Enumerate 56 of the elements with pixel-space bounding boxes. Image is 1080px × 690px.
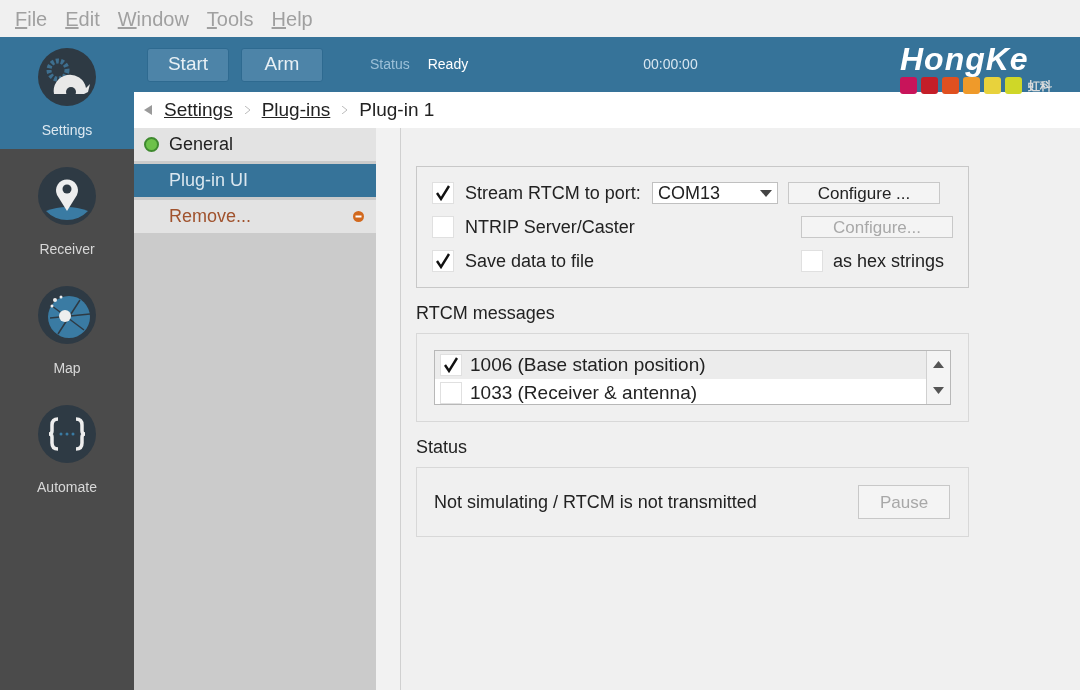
breadcrumb-link[interactable]: Plug-ins (261, 95, 331, 125)
checkbox[interactable] (432, 182, 454, 204)
nav-item[interactable]: Map (0, 275, 134, 387)
logo-square (1005, 77, 1022, 94)
nav-item[interactable]: Receiver (0, 156, 134, 268)
logo-text: HongKe (900, 43, 1029, 75)
logo-square (942, 77, 959, 94)
globe-icon (38, 286, 96, 344)
checkbox[interactable] (440, 354, 462, 376)
chevron-icon (342, 106, 348, 114)
plugin-list-item[interactable]: Plug-in UI (134, 164, 376, 197)
timer: 00:00:00 (643, 55, 698, 74)
chevron-icon (244, 106, 250, 114)
breadcrumb-link[interactable]: Settings (164, 95, 233, 125)
curly-braces-icon (38, 405, 96, 463)
minus-circle-icon[interactable] (353, 211, 364, 222)
location-pin-icon (38, 167, 96, 225)
menu-item[interactable]: Window (117, 3, 189, 34)
section-title: RTCM messages (416, 302, 556, 325)
logo-square (963, 77, 980, 94)
back-arrow-icon[interactable] (144, 105, 152, 115)
nav-item[interactable]: Automate (0, 394, 134, 506)
logo-subtext: 虹科 (1028, 79, 1052, 92)
checkbox[interactable] (432, 216, 454, 238)
nav-item[interactable]: Settings (0, 37, 134, 149)
checkbox-label: NTRIP Server/Caster (465, 215, 635, 239)
section-title: Status (416, 436, 469, 459)
message-row[interactable]: 1006 (Base station position) (435, 351, 926, 379)
menu-item[interactable]: Edit (65, 3, 100, 34)
checkbox-label: Save data to file (465, 249, 595, 273)
breadcrumb-current: Plug-in 1 (359, 97, 435, 122)
dropdown-caret-icon (760, 189, 772, 197)
logo-square (984, 77, 1001, 94)
plugin-list-item[interactable]: General (134, 128, 376, 161)
toolbar-button[interactable]: Start (147, 47, 229, 82)
gears-icon (38, 48, 96, 106)
menu-item[interactable]: File (15, 3, 48, 34)
status-value: Ready (427, 55, 469, 74)
status-message: Not simulating / RTCM is not transmitted (434, 490, 757, 514)
port-dropdown[interactable]: COM13 (652, 182, 778, 204)
checkbox[interactable] (432, 250, 454, 272)
logo-square (900, 77, 917, 94)
scroll-down-icon[interactable] (933, 387, 944, 395)
configure-button[interactable]: Configure ... (788, 182, 940, 204)
menu-item[interactable]: Help (271, 3, 313, 34)
plugin-list-item[interactable]: Remove... (134, 200, 376, 233)
checkbox-label: Stream RTCM to port: (465, 181, 642, 205)
status-label: Status (370, 55, 410, 74)
checkbox-label: as hex strings (833, 249, 945, 273)
checkbox[interactable] (801, 250, 823, 272)
checkbox[interactable] (440, 382, 462, 404)
toolbar-button[interactable]: Arm (241, 47, 323, 82)
scrollbar[interactable] (926, 351, 950, 404)
menu-item[interactable]: Tools (206, 3, 254, 34)
logo-square (921, 77, 938, 94)
scroll-up-icon[interactable] (933, 360, 944, 368)
